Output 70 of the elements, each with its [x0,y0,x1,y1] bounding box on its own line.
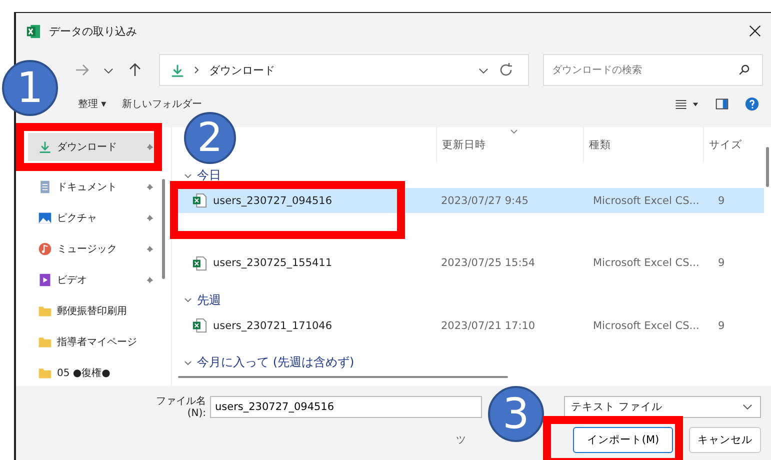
csv-file-icon [192,193,207,208]
table-cell-text: 9 [717,320,726,332]
folder-icon [38,304,52,318]
file-name: users_230725_155411 [213,257,332,270]
chevron-down-icon[interactable] [184,358,192,367]
scrollbar[interactable] [162,179,165,279]
refresh-icon[interactable] [498,62,514,78]
toolbar-button[interactable]: 整理 ▾ [78,97,106,111]
sidebar-item[interactable]: ドキュメント [28,173,158,201]
scrollbar[interactable] [766,147,769,187]
folder-icon [38,335,52,349]
table-cell-text: 2023/07/21 17:10 [440,320,536,332]
group-header: 先週 [197,292,221,309]
table-cell-text: 2023/07/25 15:54 [440,257,536,270]
help-icon[interactable] [745,97,759,111]
group-header: 今月に入って (先週は含めず) [197,354,354,372]
sidebar-item[interactable]: ミュージック [28,235,158,263]
document-icon [38,180,52,194]
download-arrow-icon [170,62,185,78]
window-title: データの取り込み [49,24,137,38]
chevron-down-icon[interactable] [184,296,192,304]
folder-icon [38,366,52,380]
sidebar-item[interactable]: ピクチャ [28,204,158,232]
tools-label[interactable]: ツ [456,433,466,447]
group-header: 今日 [197,167,221,184]
spreadsheet-app-icon [26,24,41,38]
close-icon[interactable] [749,25,761,37]
music-icon [38,242,52,256]
caret-icon[interactable] [692,100,699,108]
preview-pane-icon[interactable] [715,97,729,111]
file-row[interactable]: users_230725_155411 2023/07/25 15:54 Microsoft Excel CS... 9 [178,250,764,276]
sidebar-item[interactable]: 郵便振替印刷用 [28,297,158,325]
download-arrow-icon [38,140,52,154]
table-cell-text: Microsoft Excel CS... [592,194,700,207]
up-arrow-icon[interactable] [127,62,143,78]
address-bar[interactable]: ダウンロード [159,54,529,86]
sort-chevron-icon [510,129,518,134]
filename-field[interactable]: users_230727_094516 [210,396,482,418]
address-text: ダウンロード [209,62,275,78]
list-view-icon[interactable] [674,97,688,111]
file-type-dropdown[interactable]: テキスト ファイル [564,396,761,418]
table-cell-text: 9 [717,194,726,207]
column-header[interactable]: 種類 [583,127,703,163]
import-button[interactable]: インポート(M) [573,427,673,453]
csv-file-icon [192,318,207,334]
sidebar-item[interactable]: 指導者マイページ [28,328,158,356]
file-row[interactable]: users_230721_171046 2023/07/21 17:10 Microsoft Excel CS... 9 [178,313,764,338]
cancel-button[interactable]: キャンセル [689,427,761,453]
search-icon [738,63,751,76]
search-field[interactable]: ダウンロードの検索 [543,54,763,86]
column-header[interactable]: サイズ [703,127,743,163]
picture-icon [38,211,52,225]
chevron-down-icon[interactable] [184,172,192,180]
forward-arrow-icon[interactable] [74,62,90,78]
filename-label: ファイル名(N): [155,395,206,419]
sidebar-item[interactable]: ビデオ [28,266,158,294]
table-cell-text: Microsoft Excel CS... [592,257,700,270]
csv-file-icon [192,256,207,271]
table-cell-text: Microsoft Excel CS... [592,320,700,332]
sidebar-item[interactable]: 05 ●復権● [28,359,158,386]
table-cell-text: 9 [717,257,726,270]
toolbar-button[interactable]: 新しいフォルダー [122,97,202,111]
column-header[interactable]: 更新日時 [436,127,583,163]
table-cell-text: 2023/07/27 9:45 [440,194,530,207]
scrollbar[interactable] [178,376,508,378]
file-name: users_230727_094516 [213,194,332,207]
file-name: users_230721_171046 [213,320,332,332]
video-icon [38,273,52,287]
file-row[interactable]: users_230727_094516 2023/07/27 9:45 Microsoft Excel CS... 9 [178,188,764,214]
chevron-right-icon [193,66,201,74]
